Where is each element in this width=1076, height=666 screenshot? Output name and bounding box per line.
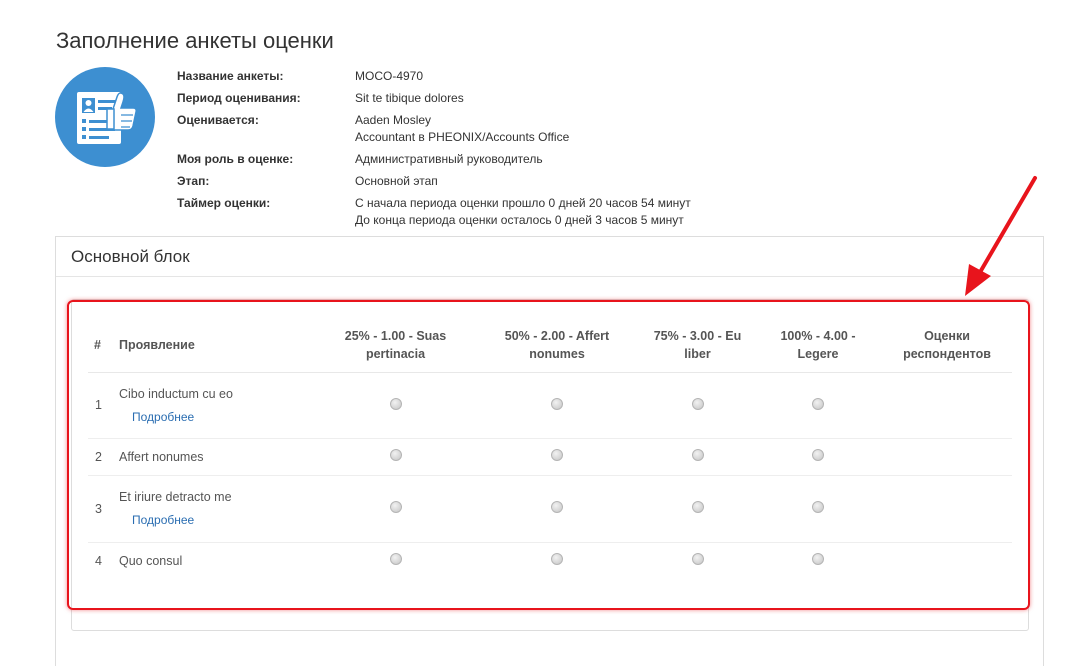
scale-cell [318,475,473,543]
score-radio-4[interactable] [812,397,824,410]
scale-cell [473,438,641,476]
info-value: Основной этап [355,173,438,190]
row-number: 1 [88,372,113,439]
column-scale-1-header: 25% - 1.00 - Suas pertinacia [318,318,473,373]
score-radio-3[interactable] [691,501,704,513]
column-respondents-header: Оценки респондентов [882,318,1012,373]
info-row: Период оценивания: Sit te tibique dolores [177,90,691,107]
info-value-line: Aaden Mosley [355,113,432,127]
scale-cell [641,372,754,439]
info-value-line: Accountant в PHEONIX/Accounts Office [355,130,570,144]
scale-cell [318,542,473,579]
scale-cell [754,475,882,543]
score-radio-4[interactable] [812,501,824,513]
scale-cell [641,475,754,543]
info-value: MOCO-4970 [355,68,423,85]
score-radio-4[interactable] [812,553,824,566]
info-row: Оценивается: Aaden Mosley Accountant в PHE… [177,112,691,146]
table-header-row: # Проявление 25% - 1.00 - Suas pertinaci… [88,318,1012,373]
score-radio-1[interactable] [389,501,402,513]
table-row: 2 Affert nonumes [88,438,1012,476]
column-name-header: Проявление [113,318,318,373]
scale-cell [754,438,882,476]
info-value: С начала периода оценки прошло 0 дней 20… [355,195,691,229]
details-link[interactable]: Подробнее [132,410,194,424]
info-value-line: С начала периода оценки прошло 0 дней 20… [355,196,691,210]
scale-cell [318,438,473,476]
table-row: 1 Cibo inductum cu eo Подробнее [88,372,1012,439]
scale-cell [473,372,641,439]
scale-cell [754,372,882,439]
info-label: Название анкеты: [177,69,284,83]
info-row: Название анкеты: MOCO-4970 [177,68,691,85]
column-num-header: # [88,318,113,373]
row-name-cell: Affert nonumes [113,438,318,476]
score-radio-4[interactable] [812,449,824,461]
info-label: Период оценивания: [177,91,301,105]
row-number: 2 [88,438,113,476]
info-value-line: Административный руководитель [355,152,543,166]
competency-name: Cibo inductum cu eo [119,386,233,401]
red-arrow-icon [965,176,1037,296]
page-title: Заполнение анкеты оценки [56,28,334,53]
score-radio-2[interactable] [551,397,563,410]
score-radio-3[interactable] [691,397,704,410]
score-radio-2[interactable] [551,501,563,513]
competency-table: # Проявление 25% - 1.00 - Suas pertinaci… [88,318,1012,579]
row-name-cell: Quo consul [113,542,318,579]
info-value: Aaden Mosley Accountant в PHEONIX/Account… [355,112,569,146]
score-radio-2[interactable] [551,449,563,461]
info-label: Этап: [177,174,210,188]
row-name-cell: Cibo inductum cu eo Подробнее [113,372,318,439]
respondents-cell [882,475,1012,543]
info-value-line: Основной этап [355,174,438,188]
competency-name: Affert nonumes [119,449,204,464]
info-value: Административный руководитель [355,151,543,168]
column-scale-3-header: 75% - 3.00 - Eu liber [641,318,754,373]
row-name-cell: Et iriure detracto me Подробнее [113,475,318,543]
table-row: 3 Et iriure detracto me Подробнее [88,475,1012,543]
score-radio-2[interactable] [551,553,563,566]
respondents-cell [882,372,1012,439]
info-row: Моя роль в оценке: Административный руков… [177,151,691,168]
column-scale-4-header: 100% - 4.00 - Legere [754,318,882,373]
scale-cell [641,542,754,579]
scale-cell [641,438,754,476]
row-number: 3 [88,475,113,543]
info-value-line: До конца периода оценки осталось 0 дней … [355,213,684,227]
info-label: Таймер оценки: [177,196,271,210]
info-label: Моя роль в оценке: [177,152,294,166]
score-radio-3[interactable] [691,449,704,461]
info-label: Оценивается: [177,113,259,127]
appraisal-form-icon [55,67,155,167]
info-value-line: Sit te tibique dolores [355,91,464,105]
scale-cell [473,542,641,579]
score-radio-1[interactable] [389,449,402,461]
score-radio-1[interactable] [389,397,402,410]
info-row: Этап: Основной этап [177,173,691,190]
scale-cell [754,542,882,579]
score-radio-1[interactable] [389,553,402,566]
respondents-cell [882,438,1012,476]
info-value: Sit te tibique dolores [355,90,464,107]
block-title: Основной блок [56,237,1043,277]
column-scale-2-header: 50% - 2.00 - Affert nonumes [473,318,641,373]
table-row: 4 Quo consul [88,542,1012,579]
competency-name: Et iriure detracto me [119,490,232,504]
competency-name: Quo consul [119,553,183,568]
row-number: 4 [95,553,102,568]
appraisal-info: Название анкеты: MOCO-4970 Период оцениван… [177,68,691,234]
scale-cell [473,475,641,543]
scale-cell [318,372,473,439]
details-link[interactable]: Подробнее [132,513,194,527]
info-value-line: MOCO-4970 [355,69,424,83]
score-radio-3[interactable] [691,553,704,566]
info-row: Таймер оценки: С начала периода оценки пр… [177,195,691,229]
respondents-cell [882,542,1012,579]
